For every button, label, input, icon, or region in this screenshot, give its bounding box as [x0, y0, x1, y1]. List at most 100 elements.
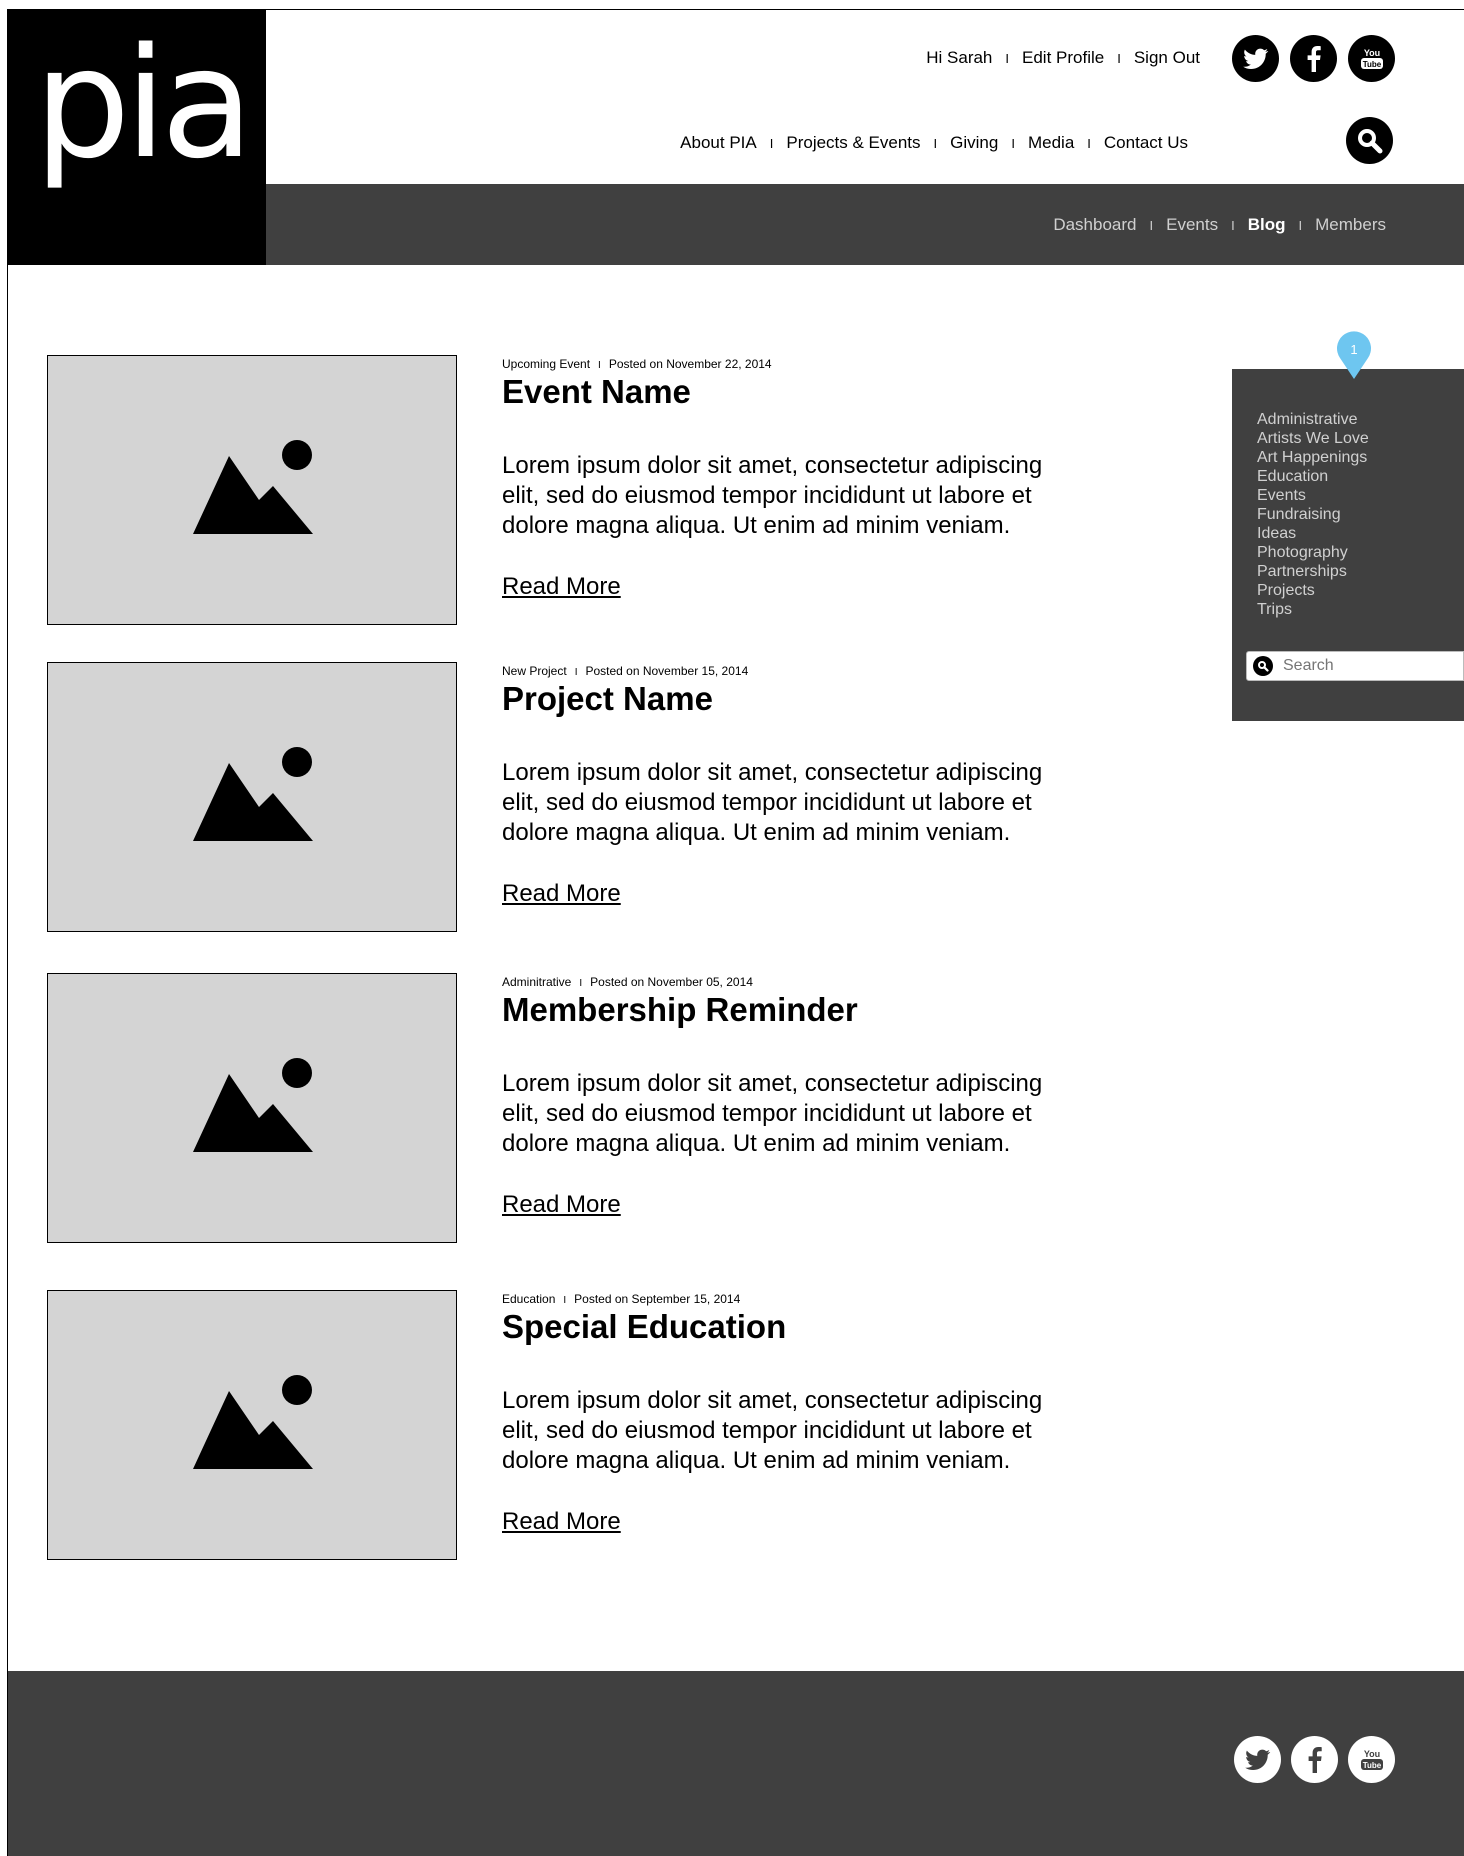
svg-text:Tube: Tube — [1362, 1761, 1381, 1770]
image-icon — [193, 440, 313, 534]
category-item[interactable]: Events — [1257, 486, 1369, 505]
twitter-icon[interactable] — [1234, 1736, 1281, 1783]
separator: I — [574, 667, 578, 678]
post-image-placeholder[interactable] — [47, 355, 457, 625]
twitter-icon[interactable] — [1232, 35, 1279, 82]
sub-nav: Dashboard I Events I Blog I Members — [1053, 215, 1386, 235]
blog-post: Adminitrative I Posted on November 05, 201… — [47, 973, 1047, 1243]
post-excerpt: Lorem ipsum dolor sit amet, consectetur … — [502, 759, 1043, 846]
category-item[interactable]: Photography — [1257, 543, 1369, 562]
blog-post: Upcoming Event I Posted on November 22, 20… — [47, 355, 1047, 625]
separator: I — [598, 360, 601, 371]
separator: I — [933, 135, 938, 151]
edit-profile-link[interactable]: Edit Profile — [1022, 48, 1104, 68]
post-date: Posted on September 15, 2014 — [574, 1292, 741, 1306]
post-category: Education — [502, 1292, 556, 1306]
post-excerpt: Lorem ipsum dolor sit amet, consectetur … — [502, 1070, 1043, 1157]
category-list: Administrative Artists We Love Art Happe… — [1257, 410, 1369, 619]
post-title[interactable]: Membership Reminder — [502, 991, 858, 1029]
greeting: Hi Sarah — [926, 48, 993, 67]
footer: You Tube — [8, 1671, 1464, 1856]
sign-out-link[interactable]: Sign Out — [1134, 48, 1200, 68]
annotation-pin: 1 — [1336, 330, 1372, 385]
read-more-link[interactable]: Read More — [502, 1508, 621, 1536]
category-item[interactable]: Ideas — [1257, 524, 1369, 543]
sidebar-search-input[interactable] — [1281, 656, 1455, 676]
post-category: Upcoming Event — [502, 357, 591, 371]
category-item[interactable]: Art Happenings — [1257, 448, 1369, 467]
post-meta: Adminitrative I Posted on November 05, 201… — [502, 975, 753, 989]
image-icon — [193, 747, 313, 841]
logo[interactable]: pia — [8, 10, 266, 265]
blog-post: Education I Posted on September 15, 2014 S… — [47, 1290, 1047, 1560]
main-nav: About PIA I Projects & Events I Giving I… — [680, 133, 1188, 153]
sidebar-search — [1246, 651, 1464, 681]
youtube-icon[interactable]: You Tube — [1348, 1736, 1395, 1783]
post-excerpt: Lorem ipsum dolor sit amet, consectetur … — [502, 452, 1043, 539]
separator: I — [1298, 217, 1303, 233]
separator: I — [579, 978, 583, 989]
separator: I — [769, 135, 774, 151]
youtube-icon[interactable]: You Tube — [1348, 35, 1395, 82]
search-icon[interactable] — [1253, 656, 1273, 676]
post-category: New Project — [502, 664, 567, 678]
sub-nav-members[interactable]: Members — [1315, 215, 1386, 235]
post-date: Posted on November 15, 2014 — [585, 664, 749, 678]
annotation-pin-number: 1 — [1350, 342, 1357, 357]
sub-nav-events[interactable]: Events — [1166, 215, 1218, 235]
blog-post: New Project I Posted on November 15, 2014 … — [47, 662, 1047, 932]
post-meta: Upcoming Event I Posted on November 22, 20… — [502, 357, 772, 371]
category-sidebar: Administrative Artists We Love Art Happe… — [1232, 369, 1464, 721]
separator: I — [1149, 217, 1154, 233]
logo-text: pia — [34, 15, 254, 192]
nav-media[interactable]: Media — [1028, 133, 1074, 153]
read-more-link[interactable]: Read More — [502, 573, 621, 601]
facebook-icon[interactable] — [1291, 1736, 1338, 1783]
image-icon — [193, 1058, 313, 1152]
sub-nav-bar: Dashboard I Events I Blog I Members — [266, 184, 1464, 265]
separator: I — [563, 1295, 567, 1306]
separator: I — [1231, 217, 1235, 233]
separator: I — [1011, 135, 1015, 151]
post-title[interactable]: Event Name — [502, 373, 691, 411]
post-category: Adminitrative — [502, 975, 572, 989]
image-icon — [193, 1375, 313, 1469]
category-item[interactable]: Fundraising — [1257, 505, 1369, 524]
post-image-placeholder[interactable] — [47, 973, 457, 1243]
post-date: Posted on November 05, 2014 — [590, 975, 753, 989]
nav-about[interactable]: About PIA — [680, 133, 757, 153]
post-excerpt: Lorem ipsum dolor sit amet, consectetur … — [502, 1387, 1043, 1474]
search-icon[interactable] — [1346, 117, 1393, 164]
svg-text:Tube: Tube — [1362, 60, 1381, 69]
post-title[interactable]: Special Education — [502, 1308, 786, 1346]
read-more-link[interactable]: Read More — [502, 1191, 621, 1219]
separator: I — [1087, 135, 1091, 151]
svg-text:You: You — [1363, 48, 1379, 58]
category-item[interactable]: Trips — [1257, 600, 1369, 619]
separator: I — [1117, 50, 1121, 66]
social-links-footer: You Tube — [1234, 1736, 1395, 1783]
post-title[interactable]: Project Name — [502, 680, 713, 718]
category-item[interactable]: Artists We Love — [1257, 429, 1369, 448]
category-item[interactable]: Partnerships — [1257, 562, 1369, 581]
sub-nav-dashboard[interactable]: Dashboard — [1053, 215, 1136, 235]
facebook-icon[interactable] — [1290, 35, 1337, 82]
post-image-placeholder[interactable] — [47, 1290, 457, 1560]
svg-text:You: You — [1363, 1749, 1379, 1759]
nav-projects-events[interactable]: Projects & Events — [786, 133, 920, 153]
user-links: Hi Sarah I Edit Profile I Sign Out — [926, 48, 1200, 68]
page-frame — [7, 9, 1464, 1856]
category-item[interactable]: Administrative — [1257, 410, 1369, 429]
sub-nav-blog[interactable]: Blog — [1248, 215, 1286, 235]
post-meta: Education I Posted on September 15, 2014 — [502, 1292, 740, 1306]
read-more-link[interactable]: Read More — [502, 880, 621, 908]
post-date: Posted on November 22, 2014 — [608, 357, 772, 371]
social-links-header: You Tube — [1232, 35, 1395, 82]
post-meta: New Project I Posted on November 15, 2014 — [502, 664, 748, 678]
nav-contact[interactable]: Contact Us — [1104, 133, 1188, 153]
category-item[interactable]: Projects — [1257, 581, 1369, 600]
nav-giving[interactable]: Giving — [950, 133, 998, 153]
post-image-placeholder[interactable] — [47, 662, 457, 932]
separator: I — [1005, 50, 1010, 66]
category-item[interactable]: Education — [1257, 467, 1369, 486]
